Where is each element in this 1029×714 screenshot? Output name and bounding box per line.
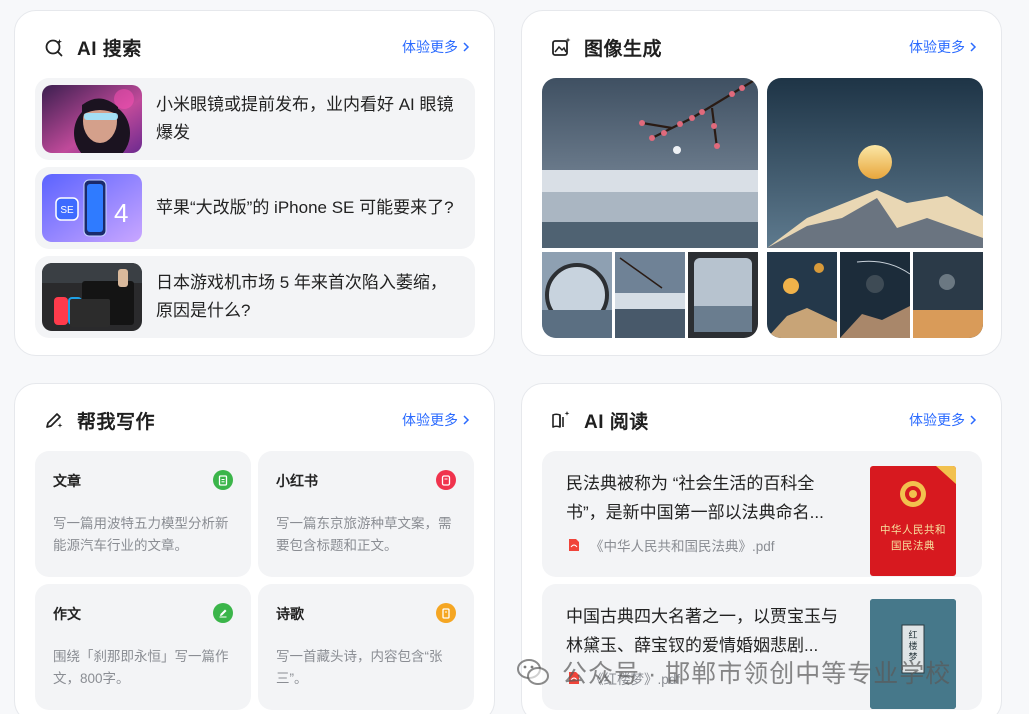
news-thumbnail-game-console bbox=[42, 263, 142, 331]
news-title: 苹果“大改版”的 iPhone SE 可能要来了? bbox=[156, 198, 454, 217]
image-sparkle-icon bbox=[550, 36, 572, 58]
ai-reading-title: AI 阅读 bbox=[584, 411, 649, 433]
svg-text:4: 4 bbox=[114, 198, 128, 228]
more-label: 体验更多 bbox=[909, 39, 965, 55]
news-thumbnail-iphone: SE 4 bbox=[42, 174, 142, 242]
news-item[interactable]: SE 4 苹果“大改版”的 iPhone SE 可能要来了? bbox=[35, 167, 475, 249]
writing-template-essay[interactable]: 作文 围绕「刹那即永恒」写一篇作文，800字。 bbox=[35, 584, 251, 710]
reading-item[interactable]: 中国古典四大名著之一，以贾宝玉与林黛玉、薛宝钗的爱情婚姻悲剧... 《红楼梦》.… bbox=[542, 584, 982, 710]
news-item[interactable]: 小米眼镜或提前发布，业内看好 AI 眼镜爆发 bbox=[35, 78, 475, 160]
note-icon bbox=[436, 470, 456, 490]
image-gen-header: 图像生成 体验更多 bbox=[550, 33, 977, 61]
template-title: 诗歌 bbox=[276, 606, 304, 622]
pencil-icon bbox=[213, 603, 233, 623]
news-item[interactable]: 日本游戏机市场 5 年来首次陷入萎缩，原因是什么? bbox=[35, 256, 475, 338]
more-label: 体验更多 bbox=[402, 412, 458, 428]
svg-text:SE: SE bbox=[60, 205, 74, 216]
template-description: 写一首藏头诗，内容包含“张三”。 bbox=[276, 649, 443, 686]
generated-image-planet-mountain[interactable] bbox=[767, 78, 983, 338]
reading-file: 《中华人民共和国民法典》.pdf bbox=[568, 535, 775, 555]
more-label: 体验更多 bbox=[402, 39, 458, 55]
template-description: 写一篇用波特五力模型分析新能源汽车行业的文章。 bbox=[53, 516, 229, 553]
search-sparkle-icon bbox=[43, 36, 65, 58]
ai-search-card: AI 搜索 体验更多 小米眼镜或提前发布，业内看好 AI 眼镜爆发 SE 4 苹… bbox=[14, 10, 495, 356]
writing-header: 帮我写作 体验更多 bbox=[43, 406, 470, 434]
more-label: 体验更多 bbox=[909, 412, 965, 428]
reading-summary: 民法典被称为 “社会生活的百科全书”，是新中国第一部以法典命名... bbox=[566, 474, 824, 522]
image-gen-more-link[interactable]: 体验更多 bbox=[909, 37, 977, 57]
ai-search-more-link[interactable]: 体验更多 bbox=[402, 37, 470, 57]
writing-card: 帮我写作 体验更多 文章 写一篇用波特五力模型分析新能源汽车行业的文章。 小红书… bbox=[14, 383, 495, 714]
scroll-icon bbox=[436, 603, 456, 623]
news-thumbnail-ai-glasses bbox=[42, 85, 142, 153]
watermark-text: 公众号 · 邯郸市领创中等专业学校 bbox=[562, 660, 952, 688]
file-name: 《中华人民共和国民法典》.pdf bbox=[590, 539, 775, 554]
ai-reading-header: AI 阅读 体验更多 bbox=[550, 406, 977, 434]
chevron-right-icon bbox=[969, 41, 977, 53]
reading-item[interactable]: 民法典被称为 “社会生活的百科全书”，是新中国第一部以法典命名... 《中华人民… bbox=[542, 451, 982, 577]
book-cover-title: 中华人民共和国民法典 bbox=[880, 524, 946, 552]
ai-search-title: AI 搜索 bbox=[77, 38, 142, 60]
pdf-icon bbox=[569, 539, 579, 551]
template-title: 小红书 bbox=[276, 473, 318, 489]
writing-template-article[interactable]: 文章 写一篇用波特五力模型分析新能源汽车行业的文章。 bbox=[35, 451, 251, 577]
writing-template-poem[interactable]: 诗歌 写一首藏头诗，内容包含“张三”。 bbox=[258, 584, 474, 710]
template-title: 文章 bbox=[53, 473, 81, 489]
generated-image-plum-blossom[interactable] bbox=[542, 78, 758, 338]
book-cover-civil-code: 中华人民共和国民法典 bbox=[870, 466, 956, 576]
image-gen-title: 图像生成 bbox=[584, 38, 663, 60]
reading-summary: 中国古典四大名著之一，以贾宝玉与林黛玉、薛宝钗的爱情婚姻悲剧... bbox=[566, 607, 838, 655]
pen-sparkle-icon bbox=[43, 409, 65, 431]
chevron-right-icon bbox=[969, 414, 977, 426]
writing-title: 帮我写作 bbox=[77, 411, 156, 433]
template-title: 作文 bbox=[53, 606, 81, 622]
document-icon bbox=[213, 470, 233, 490]
chevron-right-icon bbox=[462, 414, 470, 426]
wechat-icon bbox=[517, 659, 549, 685]
template-description: 写一篇东京旅游种草文案，需要包含标题和正文。 bbox=[276, 516, 452, 553]
news-title: 日本游戏机市场 5 年来首次陷入萎缩，原因是什么? bbox=[156, 273, 447, 320]
template-description: 围绕「刹那即永恒」写一篇作文，800字。 bbox=[53, 649, 229, 686]
writing-template-xiaohongshu[interactable]: 小红书 写一篇东京旅游种草文案，需要包含标题和正文。 bbox=[258, 451, 474, 577]
news-title: 小米眼镜或提前发布，业内看好 AI 眼镜爆发 bbox=[156, 95, 454, 142]
ai-reading-more-link[interactable]: 体验更多 bbox=[909, 410, 977, 430]
ai-search-header: AI 搜索 体验更多 bbox=[43, 33, 470, 61]
book-sparkle-icon bbox=[550, 409, 572, 431]
image-gen-card: 图像生成 体验更多 bbox=[521, 10, 1002, 356]
writing-more-link[interactable]: 体验更多 bbox=[402, 410, 470, 430]
chevron-right-icon bbox=[462, 41, 470, 53]
watermark: 公众号 · 邯郸市领创中等专业学校 bbox=[516, 654, 951, 690]
